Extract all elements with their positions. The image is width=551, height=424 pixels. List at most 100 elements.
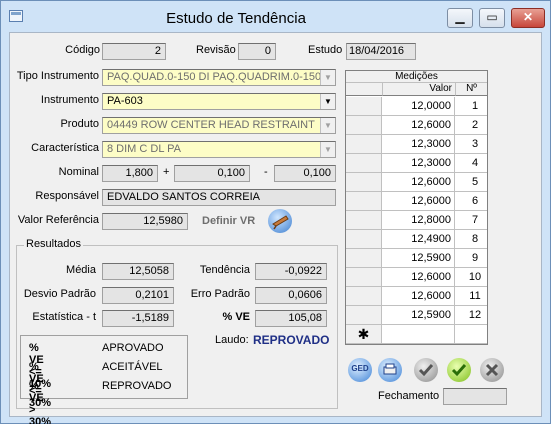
window-title: Estudo de Tendência <box>166 10 306 27</box>
valor-referencia-field[interactable]: 12,5980 <box>102 213 188 230</box>
valor-cell[interactable]: 12,6000 <box>383 268 455 286</box>
table-row[interactable]: 12,8000 7 <box>346 211 487 230</box>
confirm-button[interactable] <box>447 358 471 382</box>
codigo-label: Código <box>65 44 100 56</box>
produto-select[interactable]: 04449 ROW CENTER HEAD RESTRAINT ▼ <box>102 117 336 134</box>
definir-vr-icon-button[interactable] <box>268 209 292 233</box>
responsavel-field[interactable]: EDVALDO SANTOS CORREIA <box>102 189 336 206</box>
close-button[interactable]: ✕ <box>511 8 545 28</box>
maximize-icon: ▭ <box>486 10 498 24</box>
title-bar[interactable]: Estudo de Tendência ▁ ▭ ✕ <box>1 1 550 31</box>
column-header-valor[interactable]: Valor <box>383 83 456 96</box>
table-row[interactable]: 12,5900 9 <box>346 249 487 268</box>
estudo-date-field[interactable]: 18/04/2016 <box>346 43 416 60</box>
table-row[interactable]: 12,3000 3 <box>346 135 487 154</box>
tolerance-plus-field[interactable]: 0,100 <box>174 165 250 182</box>
table-row[interactable]: 12,6000 5 <box>346 173 487 192</box>
row-selector[interactable] <box>346 154 382 172</box>
valor-cell[interactable]: 12,4900 <box>383 230 455 248</box>
ged-button[interactable]: GED <box>348 358 372 382</box>
caracteristica-label: Característica <box>31 142 99 154</box>
chevron-down-icon[interactable]: ▼ <box>320 142 335 157</box>
revisao-label: Revisão <box>196 44 236 56</box>
table-row[interactable]: 12,6000 11 <box>346 287 487 306</box>
table-row[interactable]: 12,6000 10 <box>346 268 487 287</box>
table-row[interactable]: 12,4900 8 <box>346 230 487 249</box>
row-selector[interactable] <box>346 249 382 267</box>
row-selector[interactable] <box>346 135 382 153</box>
valor-cell[interactable]: 12,6000 <box>383 192 455 210</box>
table-row[interactable]: 12,0000 1 <box>346 97 487 116</box>
row-selector[interactable] <box>346 287 382 305</box>
application-window: Estudo de Tendência ▁ ▭ ✕ Código 2 Revis… <box>0 0 551 424</box>
row-selector[interactable] <box>346 211 382 229</box>
tendencia-label: Tendência <box>199 264 250 276</box>
table-row[interactable]: 12,6000 6 <box>346 192 487 211</box>
valor-cell[interactable]: 12,8000 <box>383 211 455 229</box>
ve-label: % VE <box>222 311 250 323</box>
maximize-button[interactable]: ▭ <box>479 8 505 28</box>
legend-text: APROVADO <box>102 342 164 354</box>
n-cell: 10 <box>468 271 482 283</box>
valor-cell[interactable]: 12,6000 <box>383 116 455 134</box>
nominal-field[interactable]: 1,800 <box>102 165 158 182</box>
column-header-n[interactable]: Nº <box>456 83 487 96</box>
confirm-disabled-button[interactable] <box>414 358 438 382</box>
ve-field[interactable]: 105,08 <box>255 310 327 327</box>
tolerance-minus-sign: - <box>264 166 268 178</box>
instrumento-select[interactable]: PA-603 ▼ <box>102 93 336 110</box>
row-selector[interactable] <box>346 306 382 324</box>
valor-cell[interactable]: 12,6000 <box>383 287 455 305</box>
estatistica-t-label: Estatística - t <box>32 311 96 323</box>
nominal-label: Nominal <box>58 166 99 178</box>
erro-padrao-field[interactable]: 0,0606 <box>255 287 327 304</box>
n-cell: 5 <box>471 176 479 188</box>
cancel-button[interactable] <box>480 358 504 382</box>
row-selector[interactable] <box>346 173 382 191</box>
media-label: Média <box>66 264 96 276</box>
valor-cell[interactable]: 12,5900 <box>383 306 455 324</box>
legend-text: REPROVADO <box>102 380 172 392</box>
row-selector[interactable] <box>346 116 382 134</box>
medicoes-grid[interactable]: Medições Valor Nº 12,0000 1 12,6000 2 12,300… <box>345 70 488 345</box>
new-row-marker: ✱ <box>346 325 382 343</box>
valor-referencia-label: Valor Referência <box>17 214 99 226</box>
caracteristica-select[interactable]: 8 DIM C DL PA ▼ <box>102 141 336 158</box>
minimize-button[interactable]: ▁ <box>447 8 473 28</box>
n-cell: 2 <box>471 119 479 131</box>
fechamento-field[interactable] <box>443 388 507 405</box>
medicoes-title: Medições <box>346 71 487 83</box>
revisao-field[interactable]: 0 <box>238 43 276 60</box>
valor-cell[interactable]: 12,5900 <box>383 249 455 267</box>
n-cell: 1 <box>471 100 479 112</box>
tendencia-field[interactable]: -0,0922 <box>255 263 327 280</box>
tolerance-minus-field[interactable]: 0,100 <box>274 165 336 182</box>
new-row-n-cell[interactable] <box>456 325 486 343</box>
row-selector[interactable] <box>346 192 382 210</box>
chevron-down-icon[interactable]: ▼ <box>320 118 335 133</box>
new-row[interactable]: ✱ <box>346 325 487 344</box>
resultados-title: Resultados <box>24 238 84 250</box>
valor-cell[interactable]: 12,3000 <box>383 154 455 172</box>
definir-vr-button[interactable]: Definir VR <box>202 215 255 227</box>
new-row-valor-cell[interactable] <box>383 325 455 343</box>
chevron-down-icon[interactable]: ▼ <box>320 70 335 85</box>
n-cell: 12 <box>468 309 482 321</box>
row-selector[interactable] <box>346 97 382 115</box>
valor-cell[interactable]: 12,3000 <box>383 135 455 153</box>
chevron-down-icon[interactable]: ▼ <box>320 94 335 109</box>
tipo-instrumento-select[interactable]: PAQ.QUAD.0-150 DI PAQ.QUADRIM.0-150 ▼ <box>102 69 336 86</box>
table-row[interactable]: 12,6000 2 <box>346 116 487 135</box>
form-client-area: Código 2 Revisão 0 Estudo 18/04/2016 Tip… <box>9 32 542 424</box>
row-selector[interactable] <box>346 230 382 248</box>
valor-cell[interactable]: 12,6000 <box>383 173 455 191</box>
row-selector-header[interactable] <box>346 83 383 96</box>
row-selector[interactable] <box>346 268 382 286</box>
table-row[interactable]: 12,5900 12 <box>346 306 487 325</box>
valor-cell[interactable]: 12,0000 <box>383 97 455 115</box>
erro-padrao-label: Erro Padrão <box>190 288 250 300</box>
table-row[interactable]: 12,3000 4 <box>346 154 487 173</box>
n-cell: 11 <box>469 290 481 302</box>
codigo-field[interactable]: 2 <box>102 43 166 60</box>
print-button[interactable] <box>378 358 402 382</box>
